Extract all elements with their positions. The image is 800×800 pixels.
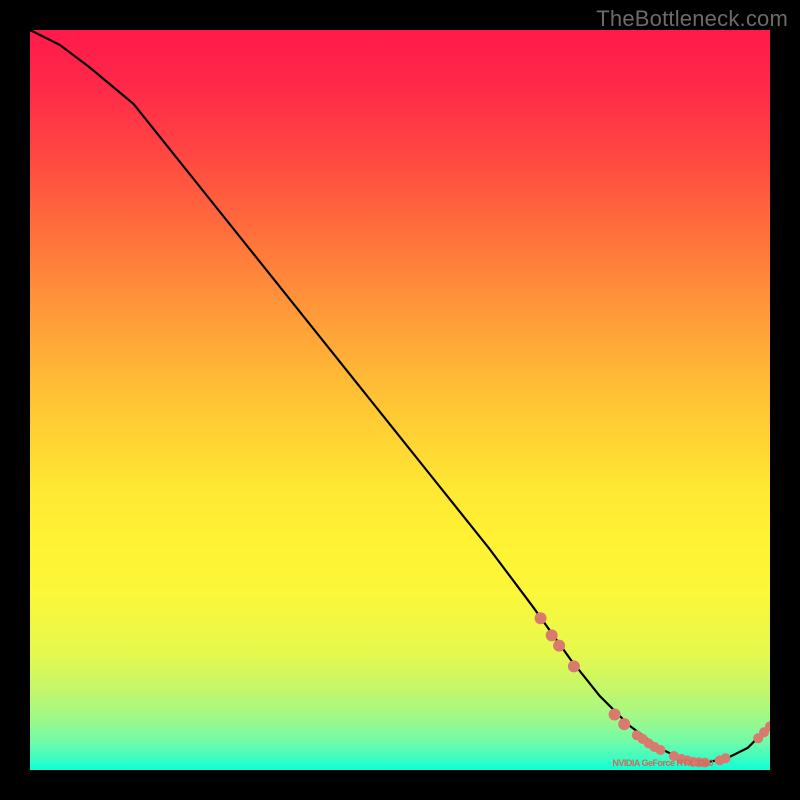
data-point [535,612,547,624]
watermark-text: TheBottleneck.com [596,6,788,32]
chart-svg [30,30,770,770]
curve-line [30,30,770,763]
data-point [655,745,665,755]
data-points [535,612,770,767]
data-point [553,640,565,652]
data-point [546,629,558,641]
data-point [609,709,621,721]
data-point [618,718,630,730]
data-point [721,753,731,763]
annotation-label: NVIDIA GeForce RTX 3060 [612,758,713,768]
chart-container: NVIDIA GeForce RTX 3060 TheBottleneck.co… [0,0,800,800]
plot-area: NVIDIA GeForce RTX 3060 [30,30,770,770]
data-point [568,660,580,672]
